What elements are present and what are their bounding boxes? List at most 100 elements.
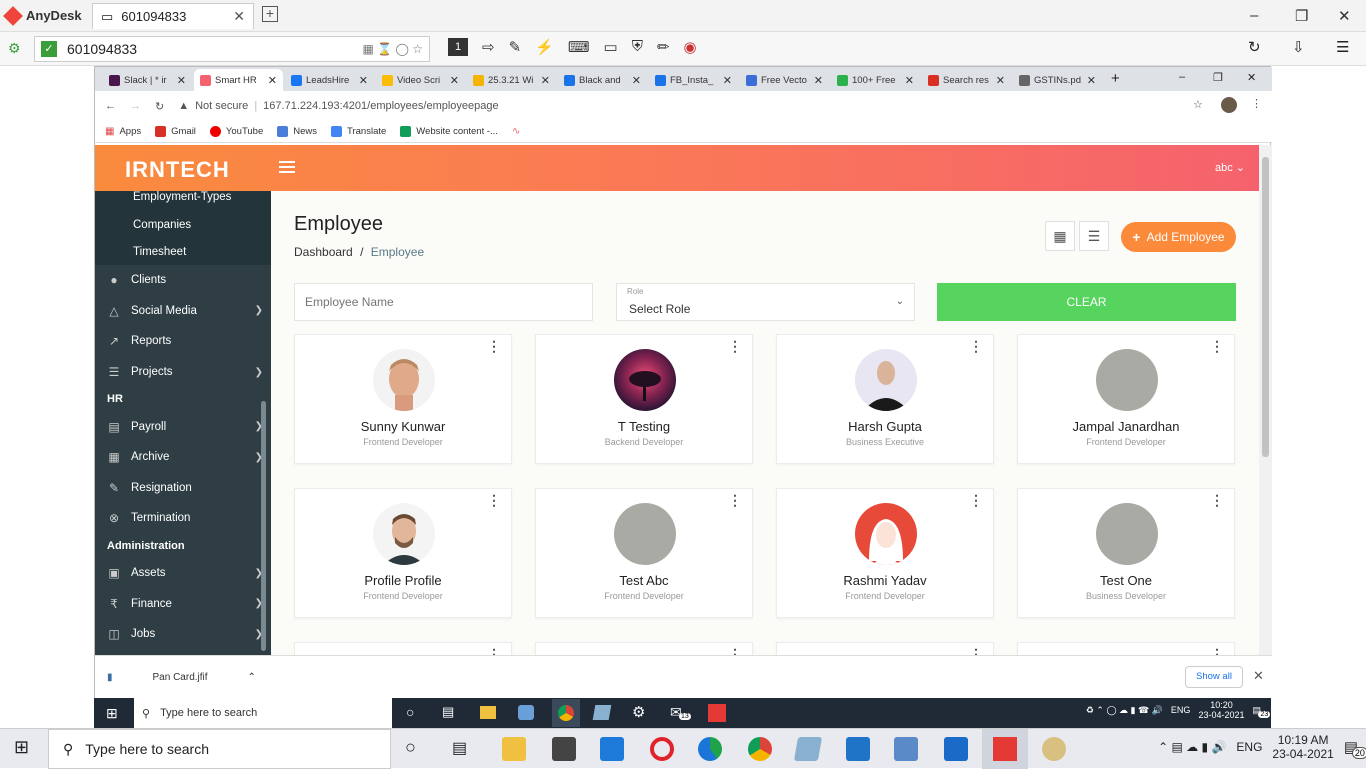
bookmark-news[interactable]: News xyxy=(277,126,317,137)
close-tab-icon[interactable]: ✕ xyxy=(177,74,186,87)
sidebar-item-assets[interactable]: ▣ Assets ❯ xyxy=(95,558,271,589)
download-item[interactable]: ▮ Pan Card.jfif ⌃ xyxy=(107,664,271,690)
new-session-button[interactable]: + xyxy=(262,6,278,22)
employee-card[interactable]: ⋮ Test Abc Frontend Developer xyxy=(535,488,753,618)
role-select[interactable]: Role Select Role ⌄ xyxy=(616,283,915,321)
anydesk-session-tab[interactable]: ▭ 601094833 ✕ xyxy=(92,3,254,29)
chrome-taskbar-button[interactable] xyxy=(552,699,580,727)
minimize-icon[interactable]: – xyxy=(1250,7,1258,24)
more-options-icon[interactable]: ⋮ xyxy=(1210,339,1224,353)
windows-start-icon[interactable]: ⊞ xyxy=(106,705,118,722)
employee-card[interactable]: ⋮ xyxy=(1017,642,1235,655)
back-icon[interactable]: ← xyxy=(105,100,116,112)
close-download-bar-icon[interactable]: ✕ xyxy=(1253,668,1264,684)
monitor-select-button[interactable]: 1 xyxy=(448,38,468,56)
tray-icons[interactable]: ♻ ⌃ ◯ ☁ ▮ ☎ 🔊 xyxy=(1086,705,1163,716)
sidebar-item-resignation[interactable]: ✎ Resignation xyxy=(95,473,271,504)
close-tab-icon[interactable]: ✕ xyxy=(723,74,732,87)
sidebar-item-projects[interactable]: ☰ Projects ❯ xyxy=(95,357,271,388)
task-view-icon[interactable]: ▤ xyxy=(442,704,454,720)
address-actions-icons[interactable]: ▦ ⌛ ◯ ☆ xyxy=(363,42,423,56)
more-options-icon[interactable]: ⋮ xyxy=(1210,493,1224,507)
employee-card[interactable]: ⋮ Test One Business Developer xyxy=(1017,488,1235,618)
chrome-tab[interactable]: 25.3.21 Wi ✕ xyxy=(467,69,556,91)
close-tab-icon[interactable]: ✕ xyxy=(1087,74,1096,87)
permissions-icon[interactable]: ⛨ xyxy=(632,38,643,56)
menu-icon[interactable]: ☰ xyxy=(1336,38,1349,56)
show-all-button[interactable]: Show all xyxy=(1185,666,1243,688)
sidebar-item-clients[interactable]: ● Clients xyxy=(95,265,271,296)
remote-clock[interactable]: 10:20 23-04-2021 xyxy=(1198,700,1244,720)
sidebar-item-reports[interactable]: ↗ Reports xyxy=(95,326,271,357)
tray-icons[interactable]: ⌃ ▤ ☁ ▮ 🔊 xyxy=(1158,740,1226,754)
bookmark-translate[interactable]: Translate xyxy=(331,126,386,137)
employee-card[interactable]: ⋮ xyxy=(294,642,512,655)
omnibox[interactable]: ▲ Not secure | 167.71.224.193:4201/emplo… xyxy=(178,100,498,112)
download-icon[interactable]: ⇩ xyxy=(1292,38,1305,56)
anydesk-address-field[interactable]: ✓ 601094833 ▦ ⌛ ◯ ☆ xyxy=(34,36,430,62)
close-tab-icon[interactable]: ✕ xyxy=(541,74,550,87)
paint-icon[interactable] xyxy=(1042,737,1066,761)
chrome-tab[interactable]: Free Vecto ✕ xyxy=(740,69,829,91)
display-icon[interactable]: ▭ xyxy=(604,38,618,56)
more-options-icon[interactable]: ⋮ xyxy=(487,493,501,507)
employee-card[interactable]: ⋮ T Testing Backend Developer xyxy=(535,334,753,464)
cortana-icon[interactable]: ○ xyxy=(406,704,414,720)
chrome-tab[interactable]: Smart HR ✕ xyxy=(194,69,283,91)
notepad-icon[interactable] xyxy=(592,705,612,720)
chrome-tab[interactable]: FB_Insta_ ✕ xyxy=(649,69,738,91)
language-indicator[interactable]: ENG xyxy=(1171,705,1191,715)
bookmark-youtube[interactable]: YouTube xyxy=(209,126,263,137)
chat-icon[interactable]: ✎ xyxy=(509,38,522,56)
chrome-tab[interactable]: 100+ Free ✕ xyxy=(831,69,920,91)
irntech-logo[interactable]: IRNTECH xyxy=(125,157,230,183)
sidebar-item-social-media[interactable]: △ Social Media ❯ xyxy=(95,296,271,327)
history-icon[interactable]: ↻ xyxy=(1248,38,1261,56)
employee-card[interactable]: ⋮ xyxy=(535,642,753,655)
profile-avatar[interactable] xyxy=(1221,97,1237,113)
chrome-tab[interactable]: Video Scri ✕ xyxy=(376,69,465,91)
maximize-icon[interactable]: ❐ xyxy=(1213,71,1223,84)
reload-icon[interactable]: ↻ xyxy=(155,100,164,113)
employee-card[interactable]: ⋮ Jampal Janardhan Frontend Developer xyxy=(1017,334,1235,464)
more-options-icon[interactable]: ⋮ xyxy=(487,339,501,353)
chrome-tab[interactable]: Black and ✕ xyxy=(558,69,647,91)
notifications-icon[interactable]: ▤ 23 xyxy=(1252,705,1271,718)
maximize-icon[interactable]: ❐ xyxy=(1295,7,1308,25)
new-tab-icon[interactable]: + xyxy=(1111,70,1120,87)
chrome-tab[interactable]: Slack | * ir ✕ xyxy=(103,69,192,91)
close-tab-icon[interactable]: ✕ xyxy=(268,74,277,87)
employee-card[interactable]: ⋮ Harsh Gupta Business Executive xyxy=(776,334,994,464)
add-employee-button[interactable]: + Add Employee xyxy=(1121,222,1236,252)
local-search-box[interactable]: ⚲ Type here to search xyxy=(48,729,391,769)
employee-card[interactable]: ⋮ Rashmi Yadav Frontend Developer xyxy=(776,488,994,618)
more-options-icon[interactable]: ⋮ xyxy=(728,493,742,507)
chrome-tab[interactable]: LeadsHire ✕ xyxy=(285,69,374,91)
sidebar-scrollbar[interactable] xyxy=(261,401,266,651)
user-menu[interactable]: abc ⌄ xyxy=(1215,161,1245,174)
page-scrollbar[interactable] xyxy=(1259,145,1272,655)
edge-icon[interactable] xyxy=(698,737,722,761)
chevron-up-icon[interactable]: ⌃ xyxy=(248,672,256,683)
chrome-tab[interactable]: Search res ✕ xyxy=(922,69,1011,91)
chrome-menu-icon[interactable]: ⋮ xyxy=(1251,97,1262,110)
sidebar-item-jobs[interactable]: ◫ Jobs ❯ xyxy=(95,619,271,650)
opera-icon[interactable] xyxy=(650,737,674,761)
file-transfer-icon[interactable]: ⇨ xyxy=(482,38,495,56)
clear-button[interactable]: CLEAR xyxy=(937,283,1236,321)
sidebar-item-finance[interactable]: ₹ Finance ❯ xyxy=(95,588,271,619)
actions-icon[interactable]: ⚡ xyxy=(535,38,554,56)
breadcrumb-dashboard[interactable]: Dashboard xyxy=(294,245,353,259)
bookmark-apps[interactable]: ▦ Apps xyxy=(105,126,141,137)
close-window-icon[interactable]: ✕ xyxy=(1247,71,1256,84)
vscode-icon[interactable] xyxy=(846,737,870,761)
cortana-icon[interactable]: ○ xyxy=(405,737,416,758)
chrome-icon[interactable] xyxy=(748,737,772,761)
close-tab-icon[interactable]: ✕ xyxy=(233,8,245,25)
file-explorer-icon[interactable] xyxy=(480,706,496,719)
bookmark-star-icon[interactable]: ☆ xyxy=(1193,98,1203,111)
scrollbar-thumb[interactable] xyxy=(1262,157,1269,457)
bookmark-smarthr[interactable]: ∿ xyxy=(512,126,520,137)
more-options-icon[interactable]: ⋮ xyxy=(728,339,742,353)
language-indicator[interactable]: ENG xyxy=(1236,740,1262,754)
